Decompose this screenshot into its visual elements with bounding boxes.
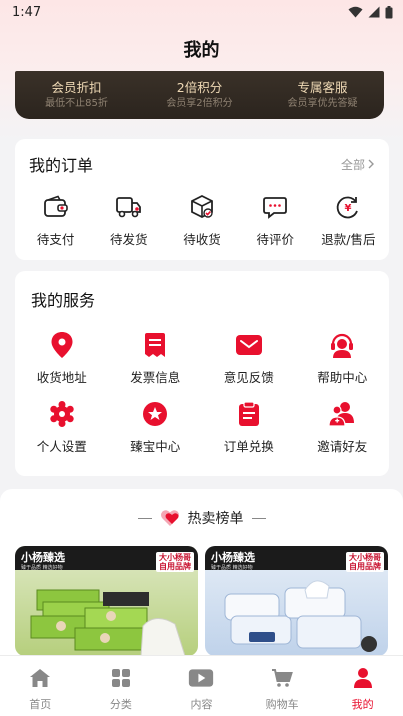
- service-invoice[interactable]: 发票信息: [109, 331, 203, 386]
- tab-label: 首页: [29, 698, 52, 711]
- order-status-row: 待支付 待发货 待收货 待评价 ¥ 退款/售后: [15, 189, 389, 248]
- bottom-tab-bar: 首页 分类 内容 购物车 我的: [0, 655, 403, 716]
- signal-icon: [368, 6, 380, 18]
- order-pending-review[interactable]: 待评价: [239, 193, 312, 248]
- product-card[interactable]: 小杨臻选 臻于品质 精选好物 大小杨哥 自用品牌: [205, 546, 388, 656]
- truck-icon: [115, 193, 143, 221]
- clipboard-icon: [235, 400, 263, 428]
- service-help[interactable]: 帮助中心: [296, 331, 390, 386]
- service-label: 发票信息: [130, 370, 181, 385]
- services-card: 我的服务 收货地址 发票信息 意见反馈 帮助中心 个人设置 臻宝中心 订单兑换 …: [15, 271, 389, 476]
- page-title: 我的: [183, 40, 220, 61]
- order-refund-aftersale[interactable]: ¥ 退款/售后: [312, 193, 385, 248]
- order-pending-payment[interactable]: 待支付: [19, 193, 92, 248]
- service-order-redeem[interactable]: 订单兑换: [202, 400, 296, 455]
- tab-label: 购物车: [265, 698, 299, 711]
- service-label: 邀请好友: [317, 439, 368, 454]
- order-item-label: 待评价: [256, 232, 294, 247]
- vip-benefit-subtitle: 会员享2倍积分: [166, 97, 233, 109]
- status-time: 1:47: [12, 4, 42, 20]
- services-grid: 收货地址 发票信息 意见反馈 帮助中心 个人设置 臻宝中心 订单兑换 邀请好友: [15, 319, 389, 455]
- order-item-label: 待收货: [183, 232, 221, 247]
- user-icon: [350, 665, 376, 691]
- service-label: 收货地址: [36, 370, 87, 385]
- svg-text:¥: ¥: [345, 203, 352, 214]
- orders-all-label: 全部: [340, 157, 365, 172]
- service-label: 个人设置: [36, 439, 87, 454]
- order-item-label: 待支付: [36, 232, 75, 247]
- vip-benefit-title: 会员折扣: [51, 79, 102, 95]
- order-pending-receipt[interactable]: 待收货: [165, 193, 238, 248]
- tab-label: 我的: [351, 698, 374, 711]
- tab-label: 内容: [190, 698, 213, 711]
- refund-icon: ¥: [334, 193, 362, 221]
- tab-cart[interactable]: 购物车: [242, 656, 323, 716]
- orders-card: 我的订单 全部 待支付 待发货 待收货 待评价 ¥ 退款/售后: [15, 139, 389, 260]
- service-label: 订单兑换: [223, 439, 274, 454]
- orders-all-link[interactable]: 全部: [341, 156, 375, 173]
- star-badge-icon: [141, 400, 169, 428]
- heart-icon: [160, 510, 179, 526]
- vip-benefit-subtitle: 会员享优先答疑: [287, 97, 358, 109]
- tab-label: 分类: [109, 698, 132, 711]
- services-header: 我的服务: [15, 271, 389, 319]
- battery-icon: [385, 5, 393, 18]
- location-pin-icon: [48, 331, 76, 359]
- product-image: [224, 580, 377, 652]
- status-icons: [348, 5, 393, 19]
- invoice-icon: [141, 331, 169, 359]
- services-title: 我的服务: [31, 291, 96, 310]
- tab-content[interactable]: 内容: [161, 656, 242, 716]
- cart-icon: [269, 665, 295, 691]
- comment-icon: [261, 193, 289, 221]
- product-card[interactable]: 小杨臻选 臻于品质 精选好物 大小杨哥 自用品牌: [15, 546, 198, 656]
- orders-header: 我的订单 全部: [15, 139, 389, 189]
- vip-benefit-service[interactable]: 专属客服 会员享优先答疑: [261, 80, 384, 111]
- tab-category[interactable]: 分类: [81, 656, 162, 716]
- invite-friends-icon: [328, 400, 356, 428]
- service-invite-friends[interactable]: 邀请好友: [296, 400, 390, 455]
- video-icon: [188, 665, 214, 691]
- package-icon: [188, 193, 216, 221]
- divider: [251, 517, 266, 519]
- service-settings[interactable]: 个人设置: [15, 400, 109, 455]
- hot-list-header: 热卖榜单: [0, 508, 403, 528]
- status-bar: 1:47: [0, 0, 403, 24]
- wifi-icon: [348, 6, 363, 18]
- hot-list-title: 热卖榜单: [187, 511, 244, 527]
- wallet-icon: [42, 193, 70, 221]
- mail-icon: [235, 331, 263, 359]
- vip-benefits-band[interactable]: 会员折扣 最低不止85折 2倍积分 会员享2倍积分 专属客服 会员享优先答疑: [15, 71, 384, 119]
- service-address[interactable]: 收货地址: [15, 331, 109, 386]
- divider: [137, 517, 152, 519]
- vip-benefit-points[interactable]: 2倍积分 会员享2倍积分: [138, 80, 261, 111]
- category-icon: [108, 665, 134, 691]
- tab-home[interactable]: 首页: [0, 656, 81, 716]
- tab-mine[interactable]: 我的: [322, 656, 403, 716]
- home-icon: [27, 665, 53, 691]
- order-pending-shipment[interactable]: 待发货: [92, 193, 165, 248]
- service-treasure-center[interactable]: 臻宝中心: [109, 400, 203, 455]
- chevron-right-icon: [368, 159, 374, 169]
- orders-title: 我的订单: [29, 156, 94, 175]
- service-label: 臻宝中心: [130, 439, 181, 454]
- service-label: 帮助中心: [317, 370, 368, 385]
- headset-icon: [328, 331, 356, 359]
- vip-benefit-subtitle: 最低不止85折: [45, 97, 108, 109]
- service-feedback[interactable]: 意见反馈: [202, 331, 296, 386]
- vip-benefit-title: 专属客服: [297, 79, 348, 95]
- service-label: 意见反馈: [223, 370, 274, 385]
- order-item-label: 待发货: [110, 232, 148, 247]
- settings-icon: [48, 400, 76, 428]
- order-item-label: 退款/售后: [321, 232, 376, 247]
- product-image: [30, 589, 186, 656]
- vip-benefit-discount[interactable]: 会员折扣 最低不止85折: [15, 80, 138, 111]
- vip-benefit-title: 2倍积分: [176, 79, 223, 95]
